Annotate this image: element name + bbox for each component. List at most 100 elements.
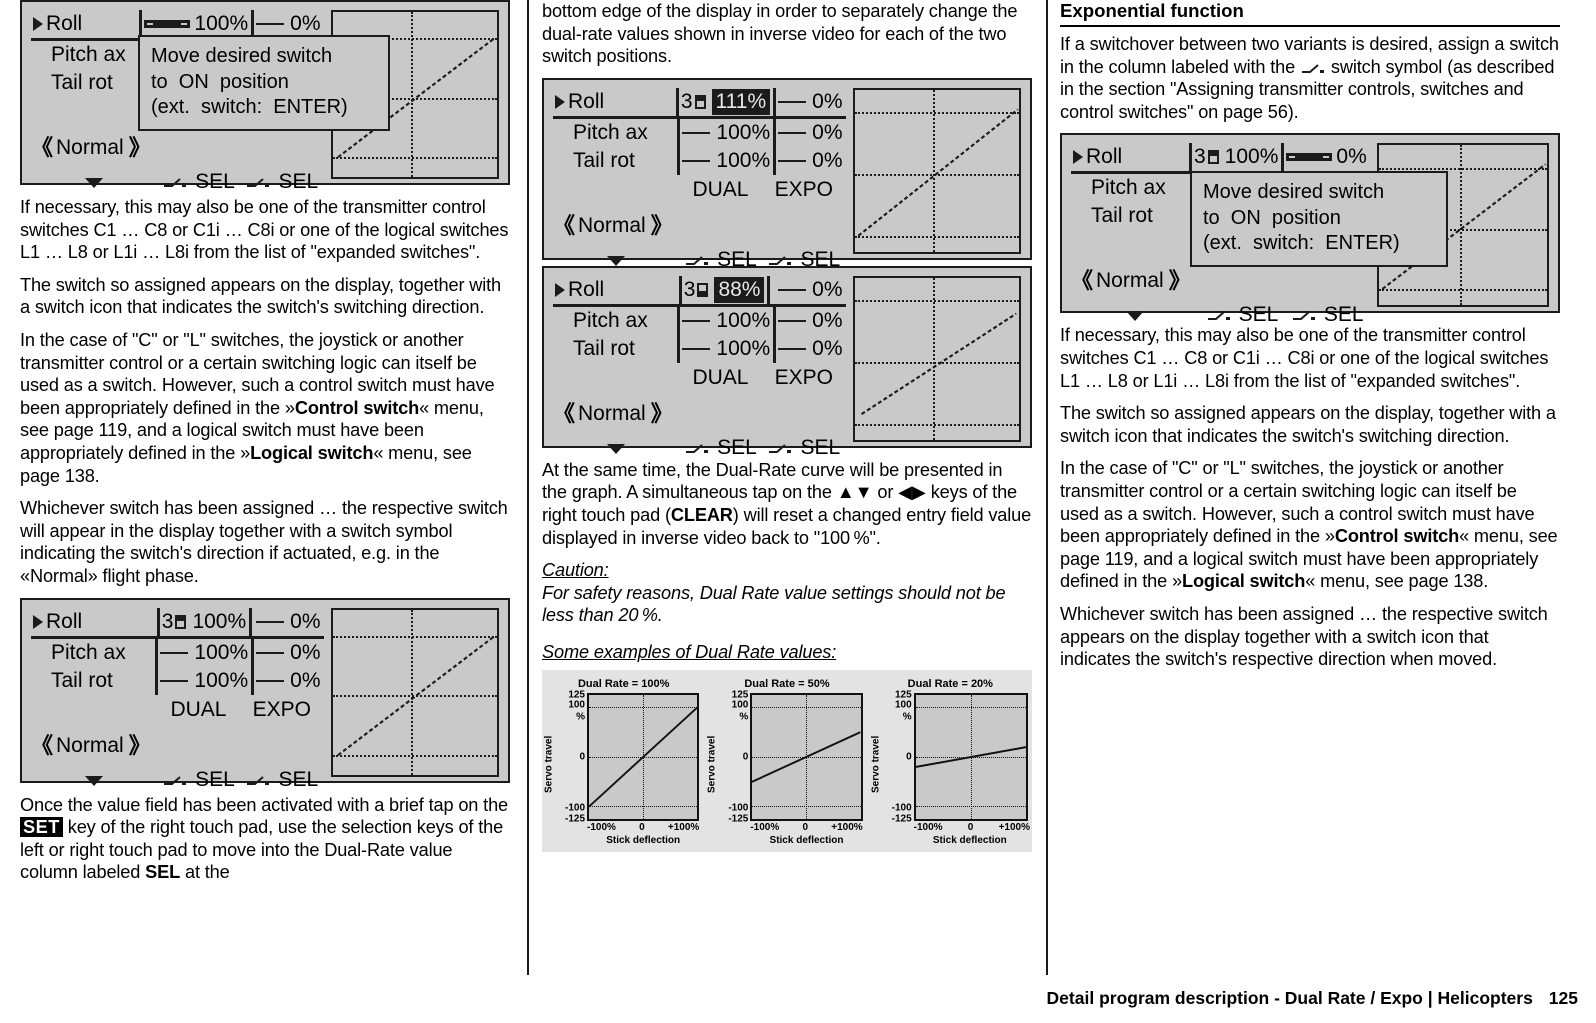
dual-softkey[interactable]: SEL [157, 767, 240, 793]
scroll-down-button[interactable] [31, 169, 157, 195]
switch-symbol-icon [164, 178, 187, 187]
chart-series-line [589, 706, 698, 807]
flight-phase-name: Normal [578, 213, 646, 237]
dual-value-cell[interactable]: 3 100% [156, 607, 249, 636]
lcd-row[interactable]: Roll 3 100% 0% [31, 607, 324, 639]
scroll-down-button[interactable] [1071, 302, 1199, 328]
expo-softkey[interactable]: SEL [240, 767, 323, 793]
expo-value-cell[interactable]: 0% [767, 275, 845, 304]
expo-softkey[interactable]: SEL [762, 435, 845, 461]
chevron-left-icon[interactable]: 《 [31, 733, 53, 759]
expo-value: 0% [812, 148, 843, 172]
dual-value-cell[interactable]: 100% [677, 118, 773, 147]
chevron-left-icon[interactable]: 《 [553, 213, 575, 239]
chart-yticks: 125 100 % 0 -100 -125 [564, 689, 585, 825]
softkey-row[interactable]: SEL SEL [1071, 302, 1370, 328]
section-heading: Exponential function [1060, 0, 1560, 27]
scroll-down-button[interactable] [31, 767, 157, 793]
flight-phase-row[interactable]: 《 Normal 》 [31, 135, 324, 161]
lcd-row[interactable]: Pitch ax 100% 0% [553, 118, 846, 147]
lcd-row[interactable]: Pitch ax 100% 0% [553, 306, 846, 335]
expo-value-cell[interactable]: 0% [251, 638, 323, 667]
dual-value-cell[interactable]: 100% [677, 306, 773, 335]
lcd-row[interactable]: Tail rot 100% 0% [553, 334, 846, 363]
switch-assign-tooltip: Move desired switch to ON position (ext.… [1190, 171, 1448, 267]
chevron-right-icon[interactable]: 》 [651, 213, 673, 239]
lcd-row[interactable]: Roll 3 100% 0% [1071, 143, 1370, 175]
dual-value-cell[interactable]: 100% [155, 638, 251, 667]
chevron-right-icon[interactable]: 》 [129, 733, 151, 759]
lcd-row[interactable]: Roll 3 88% 0% [553, 275, 846, 307]
lcd-panel-4[interactable]: Roll 3 88% 0% Pitch ax 100% 0% Tail rot [542, 265, 1032, 459]
switch-symbol-icon [1302, 63, 1325, 73]
expo-value-cell[interactable]: 0% [773, 118, 845, 147]
expo-switch-box[interactable] [1286, 153, 1333, 162]
expo-value-cell[interactable]: 0% [773, 87, 845, 116]
expo-value-cell[interactable]: 0% [773, 306, 845, 335]
flight-phase-row[interactable]: 《 Normal 》 [31, 733, 324, 759]
paragraph: If necessary, this may also be one of th… [1060, 325, 1549, 391]
lcd-panel-3[interactable]: Roll 3 111% 0% Pitch ax 100% 0% Tail rot [542, 77, 1032, 271]
triangle-down-icon [606, 443, 625, 454]
flight-phase-name: Normal [56, 733, 124, 757]
lcd-row[interactable]: Pitch ax 100% 0% [31, 638, 324, 667]
chevron-left-icon[interactable]: 《 [31, 135, 53, 161]
expo-softkey[interactable]: SEL [1285, 302, 1370, 328]
expo-value-cell[interactable]: 0% [1281, 143, 1369, 172]
sel-label: SEL [800, 435, 841, 459]
lcd-panel-2[interactable]: Roll 3 100% 0% Pitch ax 100% 0% Tail rot [20, 597, 510, 791]
lcd-row[interactable]: Roll 3 111% 0% [553, 87, 846, 119]
flight-phase-row[interactable]: 《 Normal 》 [1071, 268, 1370, 294]
tooltip-line-3: (ext. switch: ENTER) [151, 96, 348, 118]
switch-symbol-icon [769, 444, 792, 453]
switch-assign-tooltip: Move desired switch to ON position (ext.… [138, 35, 390, 131]
chevron-right-icon[interactable]: 》 [129, 135, 151, 161]
chevron-left-icon[interactable]: 《 [1071, 268, 1093, 294]
dual-header: DUAL [692, 177, 749, 201]
expo-value-cell[interactable]: 0% [249, 607, 323, 636]
row-label: Roll [1071, 143, 1189, 171]
expo-header: EXPO [774, 177, 833, 201]
softkey-row[interactable]: SEL SEL [31, 169, 324, 195]
expo-value-cell[interactable]: 0% [251, 666, 323, 695]
softkey-row[interactable]: SEL SEL [31, 767, 324, 793]
dual-value-cell[interactable]: 100% [677, 334, 773, 363]
expo-softkey[interactable]: SEL [240, 169, 323, 195]
dual-value: 100% [194, 668, 249, 692]
paragraph: bottom edge of the display in order to s… [542, 1, 1018, 67]
column-divider-2 [1046, 0, 1048, 975]
dual-value-cell[interactable]: 100% [677, 146, 773, 175]
switch-symbol-icon [164, 775, 187, 785]
dual-switch-box[interactable] [144, 20, 191, 28]
dual-value-cell[interactable]: 3 88% [678, 275, 768, 304]
dual-value-cell[interactable]: 3 100% [1188, 143, 1281, 172]
softkey-row[interactable]: SEL SEL [553, 435, 846, 461]
row-label: Roll [31, 608, 157, 636]
expo-value-cell[interactable]: 0% [251, 10, 323, 38]
lcd-row[interactable]: Tail rot 100% 0% [553, 146, 846, 175]
dual-value-inverse: 88% [714, 276, 765, 303]
dual-rate-curve-graph [852, 275, 1021, 442]
column-headers: DUAL EXPO [553, 365, 846, 391]
expo-value: 0% [290, 609, 321, 633]
dual-value-cell[interactable]: 100% [155, 666, 251, 695]
flight-phase-row[interactable]: 《 Normal 》 [553, 401, 846, 427]
dual-value-cell[interactable]: 3 111% [675, 87, 773, 116]
dual-value-cell[interactable]: 100% [139, 10, 251, 38]
chevron-left-icon[interactable]: 《 [553, 401, 575, 427]
chevron-right-icon[interactable]: 》 [651, 401, 673, 427]
lcd-panel-1[interactable]: Roll 100% 0% Pitch ax 100% 0% [20, 0, 510, 193]
flight-phase-row[interactable]: 《 Normal 》 [553, 213, 846, 239]
switch-symbol-icon [1207, 311, 1230, 321]
dual-softkey[interactable]: SEL [679, 435, 762, 461]
lcd-row[interactable]: Tail rot 100% 0% [31, 666, 324, 695]
dual-softkey[interactable]: SEL [1199, 302, 1284, 328]
chevron-right-icon[interactable]: 》 [1169, 268, 1191, 294]
paragraph: Once the value field has been activated … [20, 794, 508, 883]
dual-softkey[interactable]: SEL [157, 169, 240, 195]
expo-value-cell[interactable]: 0% [773, 146, 845, 175]
lcd-panel-5[interactable]: Roll 3 100% 0% Pitch ax 100% 0% [1060, 133, 1560, 326]
chart-dual-rate-50: Dual Rate = 50% Servo travel 125 100 % 0… [705, 678, 868, 846]
scroll-down-button[interactable] [553, 435, 679, 461]
expo-value-cell[interactable]: 0% [773, 334, 845, 363]
